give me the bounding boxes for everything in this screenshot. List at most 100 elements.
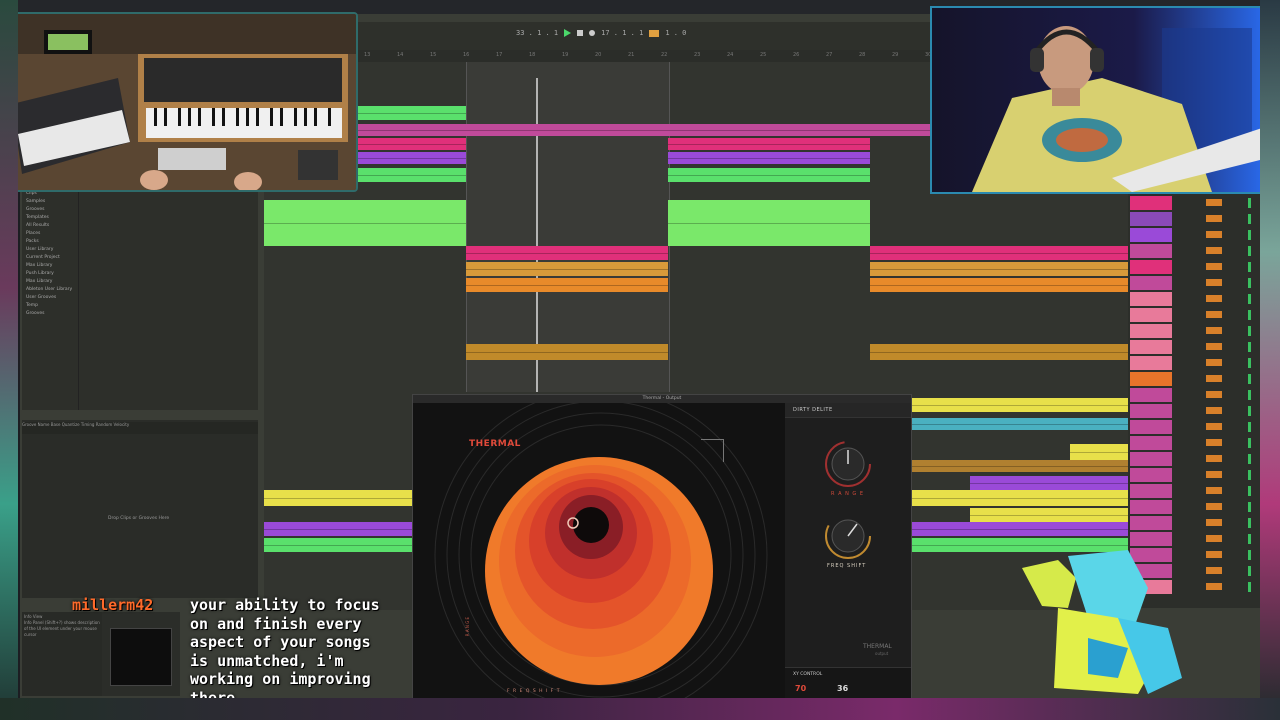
plugin-title-bar[interactable]: Thermal - Output (413, 395, 911, 403)
browser-item[interactable]: Packs (26, 238, 72, 246)
mixer-track-row[interactable] (1128, 308, 1260, 322)
browser-item[interactable]: Push Library (26, 270, 72, 278)
mixer-track-row[interactable] (1128, 356, 1260, 370)
mixer-track-row[interactable] (1128, 196, 1260, 210)
mixer-track-row[interactable] (1128, 212, 1260, 226)
mixer-volume[interactable] (1206, 567, 1222, 574)
browser-item[interactable]: Samples (26, 198, 72, 206)
mixer-track-name[interactable] (1130, 404, 1172, 418)
arrangement-position[interactable]: 33 . 1 . 1 (516, 29, 558, 37)
mixer-volume[interactable] (1206, 327, 1222, 334)
arrangement-clip[interactable] (668, 200, 870, 246)
browser-item[interactable]: User Library (26, 246, 72, 254)
mixer-track-row[interactable] (1128, 340, 1260, 354)
arrangement-clip[interactable] (870, 246, 1128, 260)
arrangement-clip[interactable] (356, 138, 466, 150)
mixer-volume[interactable] (1206, 583, 1222, 590)
mixer-track-row[interactable] (1128, 372, 1260, 386)
mixer-track-row[interactable] (1128, 484, 1260, 498)
tempo-nudge[interactable]: 1 . 0 (665, 29, 686, 37)
browser-item[interactable]: Places (26, 230, 72, 238)
arrangement-clip[interactable] (970, 476, 1128, 490)
arrangement-clip[interactable] (912, 490, 1128, 506)
mixer-track-name[interactable] (1130, 532, 1172, 546)
mixer-volume[interactable] (1206, 311, 1222, 318)
thermal-disc[interactable] (481, 451, 721, 691)
xy-value-y[interactable]: 36 (837, 684, 848, 693)
mixer-track-row[interactable] (1128, 500, 1260, 514)
mixer-track-row[interactable] (1128, 276, 1260, 290)
arrangement-clip[interactable] (264, 200, 466, 246)
browser-item[interactable]: Current Project (26, 254, 72, 262)
mixer-volume[interactable] (1206, 551, 1222, 558)
loop-length[interactable]: 17 . 1 . 1 (601, 29, 643, 37)
arrangement-clip[interactable] (912, 418, 1128, 430)
browser-item[interactable]: Templates (26, 214, 72, 222)
mixer-track-name[interactable] (1130, 276, 1172, 290)
browser-item[interactable]: Ableton User Library (26, 286, 72, 294)
record-icon[interactable] (589, 30, 596, 36)
mixer-track-name[interactable] (1130, 324, 1172, 338)
mixer-track-name[interactable] (1130, 436, 1172, 450)
arrangement-clip[interactable] (912, 460, 1128, 472)
mixer-track-name[interactable] (1130, 468, 1172, 482)
arrangement-clip[interactable] (870, 344, 1128, 360)
mixer-volume[interactable] (1206, 391, 1222, 398)
browser-item[interactable]: Grooves (26, 310, 72, 318)
browser-item[interactable]: Max Library (26, 278, 72, 286)
mixer-track-row[interactable] (1128, 228, 1260, 242)
mixer-volume[interactable] (1206, 535, 1222, 542)
mixer-volume[interactable] (1206, 503, 1222, 510)
mixer-track-name[interactable] (1130, 260, 1172, 274)
browser-item[interactable]: All Results (26, 222, 72, 230)
mixer-track-row[interactable] (1128, 244, 1260, 258)
arrangement-clip[interactable] (466, 278, 668, 292)
arrangement-clip[interactable] (912, 522, 1128, 536)
mixer-volume[interactable] (1206, 519, 1222, 526)
arrangement-clip[interactable] (912, 398, 1128, 412)
play-icon[interactable] (564, 29, 572, 37)
mixer-track-row[interactable] (1128, 420, 1260, 434)
mixer-track-name[interactable] (1130, 500, 1172, 514)
browser-item[interactable]: Max Library (26, 262, 72, 270)
mixer-track-name[interactable] (1130, 228, 1172, 242)
mixer-volume[interactable] (1206, 343, 1222, 350)
arrangement-clip[interactable] (466, 262, 668, 276)
mixer-volume[interactable] (1206, 359, 1222, 366)
arrangement-clip[interactable] (356, 152, 466, 164)
mixer-volume[interactable] (1206, 487, 1222, 494)
mixer-track-row[interactable] (1128, 292, 1260, 306)
mixer-track-row[interactable] (1128, 452, 1260, 466)
mixer-track-name[interactable] (1130, 484, 1172, 498)
range-knob[interactable] (823, 439, 873, 489)
arrangement-clip[interactable] (870, 278, 1128, 292)
mixer-volume[interactable] (1206, 199, 1222, 206)
mixer-volume[interactable] (1206, 247, 1222, 254)
mixer-track-row[interactable] (1128, 404, 1260, 418)
mixer-track-name[interactable] (1130, 340, 1172, 354)
browser-divider[interactable] (78, 188, 79, 410)
browser-item[interactable]: Grooves (26, 206, 72, 214)
arrangement-clip[interactable] (356, 106, 466, 120)
arrangement-clip[interactable] (668, 152, 870, 164)
mixer-volume[interactable] (1206, 471, 1222, 478)
arrangement-clip[interactable] (264, 490, 412, 506)
arrangement-clip[interactable] (668, 138, 870, 150)
arrangement-clip[interactable] (466, 246, 668, 260)
mixer-volume[interactable] (1206, 295, 1222, 302)
arrangement-clip[interactable] (870, 262, 1128, 276)
arrangement-clip[interactable] (668, 168, 870, 182)
arrangement-clip[interactable] (264, 522, 412, 536)
mixer-volume[interactable] (1206, 455, 1222, 462)
mixer-track-name[interactable] (1130, 388, 1172, 402)
loop-icon[interactable] (649, 29, 660, 37)
stop-icon[interactable] (577, 30, 584, 36)
arrangement-clip[interactable] (356, 168, 466, 182)
browser-item[interactable]: User Grooves (26, 294, 72, 302)
arrangement-clip[interactable] (1070, 444, 1128, 460)
mixer-track-name[interactable] (1130, 212, 1172, 226)
mixer-track-row[interactable] (1128, 324, 1260, 338)
mixer-volume[interactable] (1206, 263, 1222, 270)
mixer-track-name[interactable] (1130, 420, 1172, 434)
mixer-volume[interactable] (1206, 375, 1222, 382)
